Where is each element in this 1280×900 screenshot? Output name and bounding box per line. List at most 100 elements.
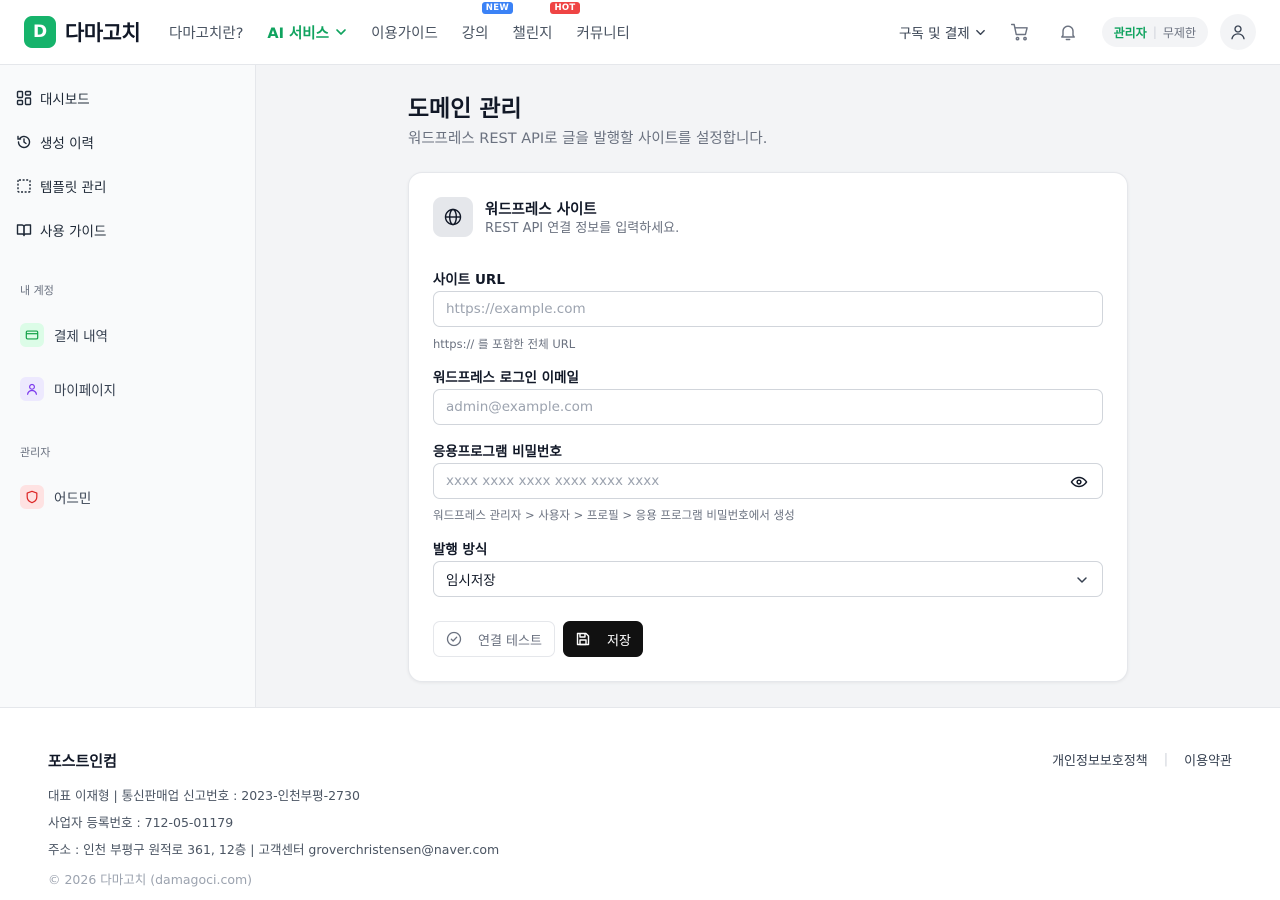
role-secondary: 무제한 (1162, 25, 1196, 40)
nav-lecture-label: 강의 (461, 25, 489, 42)
sidebar-item-mypage[interactable]: 마이페이지 (20, 377, 116, 401)
nav-about-label: 다마고치란? (169, 25, 244, 42)
chevron-down-icon (975, 29, 985, 35)
header-actions: 구독 및 결제 관리자 | 무제한 (899, 0, 1256, 64)
save-button[interactable]: 저장 (563, 621, 643, 657)
save-label: 저장 (607, 633, 631, 649)
sidebar-item-admin[interactable]: 어드민 (20, 485, 91, 509)
nav-challenge-label: 챌린지 (512, 25, 553, 42)
cart-icon (1010, 23, 1028, 41)
email-label: 워드프레스 로그인 이메일 (433, 370, 580, 386)
role-badge: 관리자 | 무제한 (1101, 17, 1208, 47)
logo-text: 다마고치 (65, 21, 141, 45)
user-icon (1231, 25, 1245, 40)
bell-icon (1060, 25, 1075, 41)
connection-test-label: 연결 테스트 (478, 633, 542, 649)
chevron-down-icon (1077, 577, 1087, 583)
nav-about[interactable]: 다마고치란? (169, 22, 243, 43)
avatar[interactable] (1220, 14, 1256, 50)
footer-copyright: © 2026 다마고치 (damagoci.com) (48, 872, 253, 887)
main-content: 도메인 관리 워드프레스 REST API로 글을 발행할 사이트를 설정합니다… (256, 65, 1280, 707)
footer-line-1: 대표 이재형 | 통신판매업 신고번호 : 2023-인천부평-2730 (48, 788, 360, 803)
main-nav: 다마고치란? AI 서비스 이용가이드 강의 NEW 챌린지 HOT 커뮤니티 (169, 0, 654, 64)
sidebar-item-label: 마이페이지 (54, 383, 117, 399)
sidebar-item-history[interactable]: 생성 이력 (16, 132, 94, 152)
footer-company: 포스트인컴 (48, 752, 118, 770)
logo[interactable]: D 다마고치 (24, 16, 141, 48)
password-placeholder: xxxx xxxx xxxx xxxx xxxx xxxx (446, 473, 660, 489)
user-icon (27, 383, 37, 395)
site-url-hint: https:// 를 포함한 전체 URL (433, 337, 576, 351)
admin-icon-box (20, 485, 44, 509)
page-title: 도메인 관리 (408, 96, 522, 122)
site-url-label: 사이트 URL (433, 272, 505, 288)
sidebar-item-label: 템플릿 관리 (40, 180, 107, 196)
save-icon (576, 632, 590, 646)
footer: 포스트인컴 대표 이재형 | 통신판매업 신고번호 : 2023-인천부평-27… (0, 707, 1280, 900)
sidebar-item-label: 대시보드 (40, 92, 90, 108)
sidebar-item-label: 결제 내역 (54, 329, 108, 345)
template-icon (17, 179, 31, 193)
connection-test-button[interactable]: 연결 테스트 (433, 621, 555, 657)
footer-line-2: 사업자 등록번호 : 712-05-01179 (48, 815, 234, 830)
footer-links: 개인정보보호정책 | 이용약관 (1052, 750, 1232, 769)
publish-label: 발행 방식 (433, 542, 488, 558)
terms-link[interactable]: 이용약관 (1184, 750, 1232, 769)
shield-icon (26, 490, 38, 504)
privacy-policy-link[interactable]: 개인정보보호정책 (1052, 750, 1148, 769)
history-icon (17, 135, 31, 149)
nav-community-label: 커뮤니티 (576, 25, 630, 42)
wordpress-site-card: 워드프레스 사이트 REST API 연결 정보를 입력하세요. 사이트 URL… (408, 172, 1128, 682)
footer-link-separator: | (1163, 752, 1169, 767)
footer-line-3: 주소 : 인천 부평구 원적로 361, 12층 | 고객센터 groverch… (48, 842, 500, 857)
subscribe-label: 구독 및 결제 (899, 26, 970, 42)
sidebar-item-label: 사용 가이드 (40, 224, 107, 240)
eye-icon[interactable] (1070, 473, 1088, 491)
sidebar-item-dashboard[interactable]: 대시보드 (16, 88, 90, 108)
password-input[interactable]: xxxx xxxx xxxx xxxx xxxx xxxx (433, 463, 1103, 499)
site-url-placeholder: https://example.com (446, 301, 586, 317)
section-admin: 관리자 (20, 446, 51, 459)
new-badge: NEW (481, 1, 513, 14)
payment-icon-box (20, 323, 44, 347)
email-input[interactable]: admin@example.com (433, 389, 1103, 425)
notification-button[interactable] (1054, 18, 1082, 46)
password-hint: 워드프레스 관리자 > 사용자 > 프로필 > 응용 프로그램 비밀번호에서 생… (433, 508, 795, 522)
nav-ai-service-label: AI 서비스 (267, 25, 330, 42)
nav-challenge[interactable]: 챌린지 HOT (512, 1, 580, 43)
book-icon (16, 224, 32, 237)
nav-lecture[interactable]: 강의 NEW (461, 1, 513, 43)
nav-guide[interactable]: 이용가이드 (371, 22, 438, 43)
sidebar-item-label: 어드민 (54, 491, 92, 507)
role-separator: | (1152, 25, 1157, 39)
subscribe-menu[interactable]: 구독 및 결제 (899, 22, 986, 42)
card-description: REST API 연결 정보를 입력하세요. (485, 221, 680, 236)
card-title: 워드프레스 사이트 (485, 202, 597, 218)
role-primary: 관리자 (1113, 25, 1147, 40)
globe-icon-box (433, 197, 473, 237)
page-subtitle: 워드프레스 REST API로 글을 발행할 사이트를 설정합니다. (408, 131, 768, 147)
logo-mark: D (24, 16, 56, 48)
nav-guide-label: 이용가이드 (371, 25, 438, 42)
section-account: 내 계정 (20, 284, 54, 297)
sidebar-item-template[interactable]: 템플릿 관리 (16, 176, 106, 196)
publish-select[interactable]: 임시저장 (433, 561, 1103, 597)
check-circle-icon (446, 631, 462, 647)
cart-button[interactable] (1006, 18, 1034, 46)
site-url-input[interactable]: https://example.com (433, 291, 1103, 327)
grid-icon (16, 90, 32, 106)
sidebar-item-label: 생성 이력 (40, 136, 94, 152)
sidebar: 대시보드 생성 이력 템플릿 관리 사용 가이드 내 계정 결제 내역 마이페이… (0, 65, 256, 707)
top-header: D 다마고치 다마고치란? AI 서비스 이용가이드 강의 NEW 챌린지 HO… (0, 0, 1280, 65)
nav-ai-service[interactable]: AI 서비스 (267, 22, 347, 43)
publish-value: 임시저장 (446, 573, 496, 589)
sidebar-item-guide[interactable]: 사용 가이드 (16, 220, 106, 240)
email-placeholder: admin@example.com (446, 399, 594, 415)
hot-badge: HOT (550, 1, 580, 14)
card-icon (25, 330, 39, 340)
nav-community[interactable]: 커뮤니티 (577, 22, 630, 43)
chevron-down-icon (336, 29, 346, 35)
password-label: 응용프로그램 비밀번호 (433, 444, 562, 460)
mypage-icon-box (20, 377, 44, 401)
sidebar-item-payment[interactable]: 결제 내역 (20, 323, 108, 347)
